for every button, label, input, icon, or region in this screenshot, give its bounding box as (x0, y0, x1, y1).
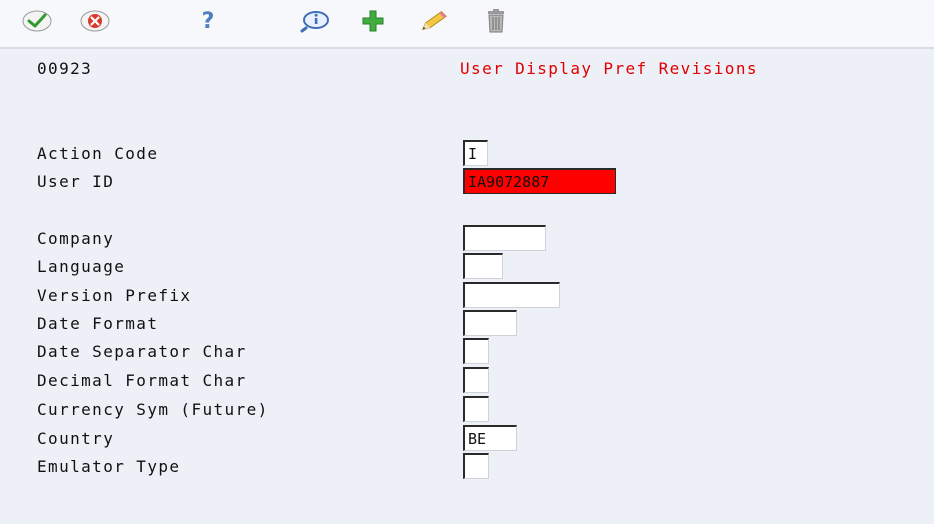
check-icon (22, 10, 52, 32)
decimal-format-label: Decimal Format Char (37, 371, 247, 390)
currency-sym-label: Currency Sym (Future) (37, 400, 269, 419)
date-separator-field[interactable] (463, 338, 489, 364)
delete-button[interactable] (481, 6, 511, 36)
version-prefix-label: Version Prefix (37, 286, 192, 305)
add-button[interactable] (358, 6, 388, 36)
company-label: Company (37, 229, 115, 248)
currency-sym-field[interactable] (463, 396, 489, 422)
emulator-type-label: Emulator Type (37, 457, 181, 476)
pencil-icon (421, 11, 447, 31)
decimal-format-field[interactable] (463, 367, 489, 393)
screen-id: 00923 (37, 59, 93, 78)
date-format-label: Date Format (37, 314, 159, 333)
user-id-label: User ID (37, 172, 115, 191)
language-label: Language (37, 257, 126, 276)
toolbar: ? (0, 0, 934, 49)
cancel-icon (80, 10, 110, 32)
plus-icon (362, 10, 384, 32)
action-code-field[interactable]: I (463, 140, 488, 166)
trash-icon (488, 9, 504, 33)
change-button[interactable] (419, 6, 449, 36)
cancel-button[interactable] (80, 6, 110, 36)
country-label: Country (37, 429, 115, 448)
company-field[interactable] (463, 225, 546, 251)
help-button[interactable]: ? (193, 6, 223, 36)
language-field[interactable] (463, 253, 503, 279)
date-format-field[interactable] (463, 310, 517, 336)
ok-button[interactable] (22, 6, 52, 36)
form-area: 00923 User Display Pref Revisions Action… (0, 49, 934, 524)
action-code-label: Action Code (37, 144, 159, 163)
help-icon: ? (201, 8, 215, 34)
page-title: User Display Pref Revisions (460, 59, 758, 78)
emulator-type-field[interactable] (463, 453, 489, 479)
date-separator-label: Date Separator Char (37, 342, 247, 361)
inquire-button[interactable] (300, 6, 330, 36)
country-field[interactable]: BE (463, 425, 517, 451)
version-prefix-field[interactable] (463, 282, 560, 308)
inquire-icon (300, 11, 329, 33)
user-id-field[interactable]: IA9072887 (463, 168, 616, 194)
